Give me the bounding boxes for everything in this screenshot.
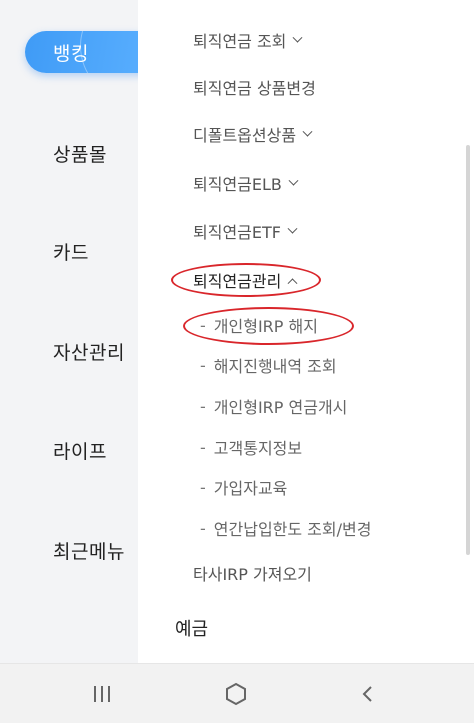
sub-item-label: 개인형IRP 연금개시	[213, 398, 348, 417]
back-icon	[362, 686, 372, 702]
category-deposit[interactable]: 예금	[175, 612, 208, 644]
sub-item-label: 고객통지정보	[213, 439, 303, 458]
nav-item-card[interactable]: 카드	[0, 229, 138, 273]
nav-item-asset-management[interactable]: 자산관리	[0, 329, 138, 373]
sub-item-annual-limit[interactable]: - 연간납입한도 조회/변경	[200, 513, 371, 543]
menu-item-label: 퇴직연금ETF	[193, 223, 281, 242]
nav-item-label: 라이프	[53, 440, 107, 463]
menu-item-label: 디폴트옵션상품	[193, 126, 297, 145]
nav-item-label: 최근메뉴	[53, 540, 125, 563]
menu-item-pension-product-change[interactable]: 퇴직연금 상품변경	[193, 72, 316, 102]
annotation-ellipse-irp-termination	[183, 307, 354, 345]
dash-bullet: -	[200, 477, 206, 497]
dash-bullet: -	[200, 437, 206, 457]
menu-item-label: 퇴직연금 상품변경	[193, 79, 316, 98]
menu-item-label: 퇴직연금ELB	[193, 175, 282, 194]
menu-item-label: 타사IRP 가져오기	[193, 565, 312, 584]
back-button[interactable]	[328, 664, 408, 723]
dash-bullet: -	[200, 355, 206, 375]
nav-item-label: 카드	[53, 241, 89, 264]
menu-item-label: 퇴직연금 조회	[193, 32, 287, 51]
nav-item-life[interactable]: 라이프	[0, 428, 138, 472]
sub-item-irp-annuity-start[interactable]: - 개인형IRP 연금개시	[200, 391, 347, 421]
nav-item-label: 자산관리	[53, 341, 125, 364]
home-icon	[226, 682, 246, 706]
sub-item-customer-notice[interactable]: - 고객통지정보	[200, 432, 302, 462]
sub-item-label: 해지진행내역 조회	[213, 357, 337, 376]
chevron-down-icon	[288, 175, 299, 186]
dash-bullet: -	[200, 396, 206, 416]
sub-item-subscriber-education[interactable]: - 가입자교육	[200, 472, 287, 502]
chevron-down-icon	[287, 223, 298, 234]
annotation-ellipse-pension-management	[171, 263, 321, 297]
menu-item-import-other-irp[interactable]: 타사IRP 가져오기	[193, 558, 312, 588]
nav-item-shopping[interactable]: 상품몰	[0, 131, 138, 175]
scrollbar[interactable]	[466, 145, 470, 555]
system-navigation-bar	[0, 663, 474, 723]
home-button[interactable]	[196, 664, 276, 723]
recent-apps-button[interactable]	[62, 664, 142, 723]
sub-item-termination-history[interactable]: - 해지진행내역 조회	[200, 350, 337, 380]
left-navigation: 뱅킹 상품몰 카드 자산관리 라이프 최근메뉴	[0, 0, 160, 663]
nav-item-recent-menu[interactable]: 최근메뉴	[0, 528, 138, 572]
chevron-down-icon	[292, 32, 303, 43]
nav-item-label: 상품몰	[53, 143, 107, 166]
recent-apps-icon	[94, 686, 110, 702]
menu-item-pension-etf[interactable]: 퇴직연금ETF	[193, 216, 298, 246]
menu-item-pension-elb[interactable]: 퇴직연금ELB	[193, 168, 299, 198]
menu-item-default-option[interactable]: 디폴트옵션상품	[193, 119, 313, 149]
menu-item-pension-inquiry[interactable]: 퇴직연금 조회	[193, 25, 303, 55]
chevron-down-icon	[302, 126, 313, 137]
sub-item-label: 가입자교육	[213, 479, 288, 498]
category-label: 예금	[175, 619, 209, 640]
sub-item-label: 연간납입한도 조회/변경	[213, 520, 372, 539]
dash-bullet: -	[200, 518, 206, 538]
